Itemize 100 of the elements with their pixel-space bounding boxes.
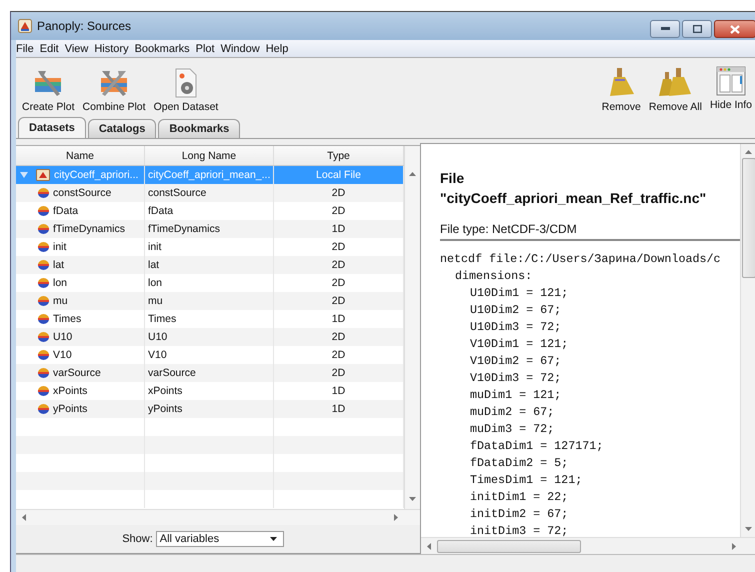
window-title: Panoply: Sources [37,19,132,33]
toolbar-button[interactable]: Open Dataset [150,68,222,113]
maximize-icon [692,25,702,33]
table-cell: constSource [53,187,112,199]
column-header[interactable]: Long Name [145,146,274,165]
table-row[interactable]: constSource constSource 2D [16,184,404,202]
expand-arrow-icon[interactable] [20,171,28,179]
variable-icon [38,368,49,378]
code-line: muDim3 = 72; [470,421,556,438]
variable-icon [38,386,49,396]
table-row[interactable]: varSource varSource 2D [16,364,404,382]
table-cell: varSource [53,367,101,379]
code-line: initDim1 = 22; [470,489,570,506]
horizontal-scrollbar[interactable] [421,537,755,554]
table-row[interactable]: yPoints yPoints 1D [16,400,404,418]
variable-icon [38,404,49,414]
code-line: initDim2 = 67; [470,506,570,523]
scroll-left-icon[interactable] [427,542,431,550]
toolbar-button[interactable]: Create Plot [18,68,79,113]
code-line: U10Dim2 = 67; [470,302,562,319]
menu-item[interactable]: Bookmarks [134,42,190,54]
table-cell: lat [53,259,64,271]
menu-item[interactable]: Edit [40,42,59,54]
code-line: U10Dim3 = 72; [470,319,562,336]
file-icon [36,169,50,181]
tab[interactable]: Bookmarks [158,119,240,138]
document-icon [174,68,197,98]
toolbar-button[interactable]: Combine Plot [78,68,150,113]
table-row[interactable]: mu mu 2D [16,292,404,310]
file-type: File type: NetCDF-3/CDM [440,222,740,241]
scroll-up-icon[interactable] [745,150,752,154]
variable-icon [38,332,49,342]
close-button[interactable] [714,20,755,38]
minimize-button[interactable] [650,20,680,38]
dropdown-arrow-icon [270,537,277,541]
table-cell: init [53,241,66,253]
menu-item[interactable]: File [16,42,34,54]
variable-icon [38,278,49,288]
scroll-right-icon[interactable] [732,542,736,550]
minimize-icon [660,27,670,31]
table-cell: cityCoeff_apriori... [54,169,138,181]
code-line: initDim3 = 72; [470,523,570,537]
variable-icon [38,296,49,306]
variable-icon [38,260,49,270]
menu-item[interactable]: View [64,42,88,54]
code-line: fDataDim2 = 5; [470,455,570,472]
table-cell: mu [53,295,68,307]
code-line: V10Dim1 = 121; [470,336,570,353]
vertical-scrollbar[interactable] [404,146,420,509]
scroll-down-icon[interactable] [409,497,416,501]
table-row[interactable]: lat lat 2D [16,256,404,274]
table-cell: yPoints [53,403,88,415]
code-line: muDim1 = 121; [470,387,562,404]
code-line: U10Dim1 = 121; [470,285,570,302]
code-line: TimesDim1 = 121; [470,472,584,489]
scroll-down-icon[interactable] [745,527,752,531]
variable-icon [38,314,49,324]
scroll-thumb[interactable] [437,540,581,552]
table-cell: U10 [53,331,72,343]
info-title: File "cityCoeff_apriori_mean_Ref_traffic.nc" [440,169,708,208]
show-label: Show: [122,533,153,545]
horizontal-scrollbar[interactable] [16,509,420,525]
table-cell: fData [53,205,78,217]
code-line: muDim2 = 67; [470,404,556,421]
code-line: netcdf file:/C:/Users/Зарина/Downloads/c [440,251,722,268]
maximize-button[interactable] [682,20,712,38]
variable-icon [38,206,49,216]
table-cell: xPoints [53,385,88,397]
show-dropdown[interactable]: All variables [156,531,284,547]
menu-item[interactable]: Window [220,42,260,54]
variable-icon [38,242,49,252]
table-cell: Times [53,313,82,325]
code-line: dimensions: [455,268,534,285]
table-cell: fTimeDynamics [53,223,125,235]
scroll-right-icon[interactable] [394,514,398,521]
toolbar-button[interactable]: Remove [598,66,645,113]
toolbar-button[interactable]: Hide Info [706,66,755,113]
code-line: fDataDim1 = 127171; [470,438,604,455]
close-icon [730,24,740,34]
window-panel-icon [716,66,746,96]
tab[interactable]: Datasets [18,117,86,138]
menu-item[interactable]: Help [266,42,288,54]
code-line: V10Dim3 = 72; [470,370,562,387]
variable-icon [38,188,49,198]
column-header[interactable]: Name [16,146,145,165]
table-row[interactable]: U10 U10 2D [16,328,404,346]
scroll-up-icon[interactable] [409,172,416,176]
scroll-left-icon[interactable] [22,514,26,521]
variable-icon [38,224,49,234]
vertical-scrollbar[interactable] [740,144,755,537]
menu-item[interactable]: History [94,42,129,54]
toolbar-button[interactable]: Remove All [644,66,706,113]
brooms-icon [658,66,692,98]
table-cell: lon [53,277,68,289]
table-row[interactable]: fTimeDynamics fTimeDynamics 1D [16,220,404,238]
table-cell: V10 [53,349,72,361]
scroll-thumb[interactable] [742,158,755,278]
variable-icon [38,350,49,360]
menu-item[interactable]: Plot [196,42,215,54]
tab[interactable]: Catalogs [88,119,156,138]
